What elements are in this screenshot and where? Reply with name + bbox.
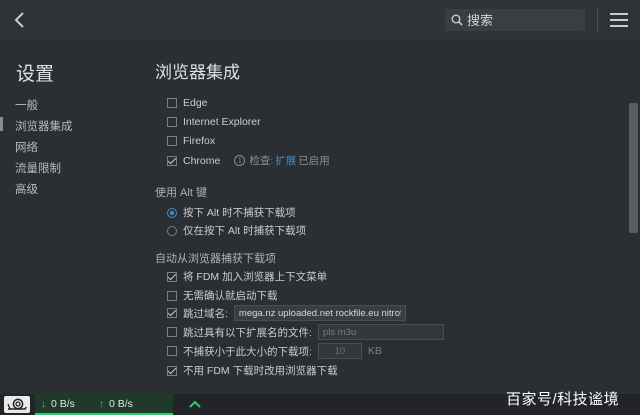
hamburger-icon-line: [610, 19, 628, 21]
download-speed-value: 0 B/s: [51, 398, 75, 410]
add-to-context-menu-checkbox[interactable]: [167, 271, 177, 282]
settings-title: 设置: [16, 64, 55, 85]
skip-small-option[interactable]: 不捕获小于此大小的下载项: KB: [167, 343, 382, 359]
settings-sidebar: 设置 一般 浏览器集成 网络 流量限制 高级: [0, 41, 140, 394]
add-to-context-menu-option[interactable]: 将 FDM 加入浏览器上下文菜单: [167, 269, 327, 284]
top-bar: [0, 0, 640, 41]
section-title: 浏览器集成: [155, 63, 240, 82]
sidebar-item-advanced[interactable]: 高级: [15, 181, 38, 197]
sidebar-item-network[interactable]: 网络: [15, 139, 38, 155]
skip-extensions-input[interactable]: [317, 324, 444, 340]
skip-extensions-checkbox[interactable]: [167, 327, 177, 337]
scrollbar-thumb[interactable]: [629, 103, 638, 233]
download-arrow-icon: ↓: [41, 398, 46, 410]
check-label: 检查:: [249, 155, 274, 167]
skip-extensions-option[interactable]: 跳过具有以下扩展名的文件:: [167, 324, 444, 340]
ie-checkbox[interactable]: [167, 117, 177, 127]
upload-speed-value: 0 B/s: [109, 398, 133, 410]
start-without-confirm-checkbox[interactable]: [167, 290, 177, 301]
alt-option-capture-only[interactable]: 仅在按下 Alt 时捕获下载项: [167, 223, 306, 238]
active-item-indicator: [0, 117, 3, 131]
snail-icon: [7, 398, 27, 410]
edge-label: Edge: [183, 97, 208, 109]
skip-domains-option[interactable]: 跳过域名:: [167, 305, 406, 321]
chrome-label: Chrome: [183, 154, 221, 167]
alt-capture-only-radio[interactable]: [167, 225, 177, 236]
sidebar-item-general[interactable]: 一般: [15, 97, 38, 113]
alt-capture-only-label: 仅在按下 Alt 时捕获下载项: [183, 225, 307, 237]
browser-option-ie[interactable]: Internet Explorer: [167, 116, 261, 128]
search-icon: [451, 14, 463, 26]
browser-option-edge[interactable]: Edge: [167, 97, 208, 109]
upload-speed: ↑ 0 B/s: [99, 398, 133, 410]
settings-content: 浏览器集成 Edge Internet Explorer Firefox Chr…: [140, 41, 628, 394]
toolbar-divider: [597, 8, 598, 32]
info-icon: i: [234, 155, 246, 166]
skip-small-checkbox[interactable]: [167, 346, 177, 356]
search-input[interactable]: [467, 12, 577, 28]
browser-option-chrome[interactable]: Chrome i 检查: 扩展 已启用: [167, 153, 330, 168]
browser-option-firefox[interactable]: Firefox: [167, 135, 215, 147]
back-button[interactable]: [6, 6, 32, 34]
min-size-input[interactable]: [317, 343, 362, 359]
use-browser-on-fail-label: 不用 FDM 下载时改用浏览器下载: [183, 365, 338, 377]
add-to-context-menu-label: 将 FDM 加入浏览器上下文菜单: [183, 271, 328, 283]
chrome-checkbox[interactable]: [167, 155, 177, 166]
sidebar-item-browser-integration[interactable]: 浏览器集成: [15, 118, 73, 134]
enabled-status: 已启用: [298, 155, 330, 167]
sidebar-item-traffic-limits[interactable]: 流量限制: [15, 160, 61, 176]
skip-extensions-label: 跳过具有以下扩展名的文件:: [183, 326, 312, 339]
edge-checkbox[interactable]: [167, 98, 177, 108]
start-without-confirm-label: 无需确认就启动下载: [183, 290, 278, 302]
hamburger-icon-line: [610, 25, 628, 27]
skip-domains-label: 跳过域名:: [183, 307, 228, 320]
hamburger-menu-button[interactable]: [606, 8, 632, 32]
alt-no-capture-radio[interactable]: [167, 207, 177, 218]
extension-link[interactable]: 扩展: [275, 153, 296, 168]
skip-small-label: 不捕获小于此大小的下载项:: [183, 345, 312, 358]
alt-key-group-label: 使用 Alt 键: [155, 187, 207, 199]
upload-arrow-icon: ↑: [99, 398, 104, 410]
firefox-checkbox[interactable]: [167, 136, 177, 146]
start-without-confirm-option[interactable]: 无需确认就启动下载: [167, 288, 278, 303]
download-speed: ↓ 0 B/s: [41, 398, 75, 410]
firefox-label: Firefox: [183, 135, 216, 147]
ie-label: Internet Explorer: [183, 116, 261, 128]
auto-capture-group-label: 自动从浏览器捕获下载项: [155, 253, 276, 265]
chevron-up-icon[interactable]: [188, 398, 202, 410]
snail-mode-button[interactable]: [4, 396, 30, 413]
watermark: 百家号/科技谧境: [506, 391, 620, 408]
alt-no-capture-label: 按下 Alt 时不捕获下载项: [183, 207, 296, 219]
size-unit-label: KB: [367, 345, 382, 357]
chevron-left-icon: [14, 12, 24, 28]
alt-option-no-capture[interactable]: 按下 Alt 时不捕获下载项: [167, 205, 296, 220]
skip-domains-input[interactable]: [233, 305, 406, 321]
hamburger-icon-line: [610, 13, 628, 15]
speed-panel: ↓ 0 B/s ↑ 0 B/s: [35, 394, 201, 415]
use-browser-on-fail-checkbox[interactable]: [167, 365, 177, 376]
use-browser-on-fail-option[interactable]: 不用 FDM 下载时改用浏览器下载: [167, 363, 338, 378]
skip-domains-checkbox[interactable]: [167, 308, 177, 318]
search-box[interactable]: [445, 9, 585, 31]
